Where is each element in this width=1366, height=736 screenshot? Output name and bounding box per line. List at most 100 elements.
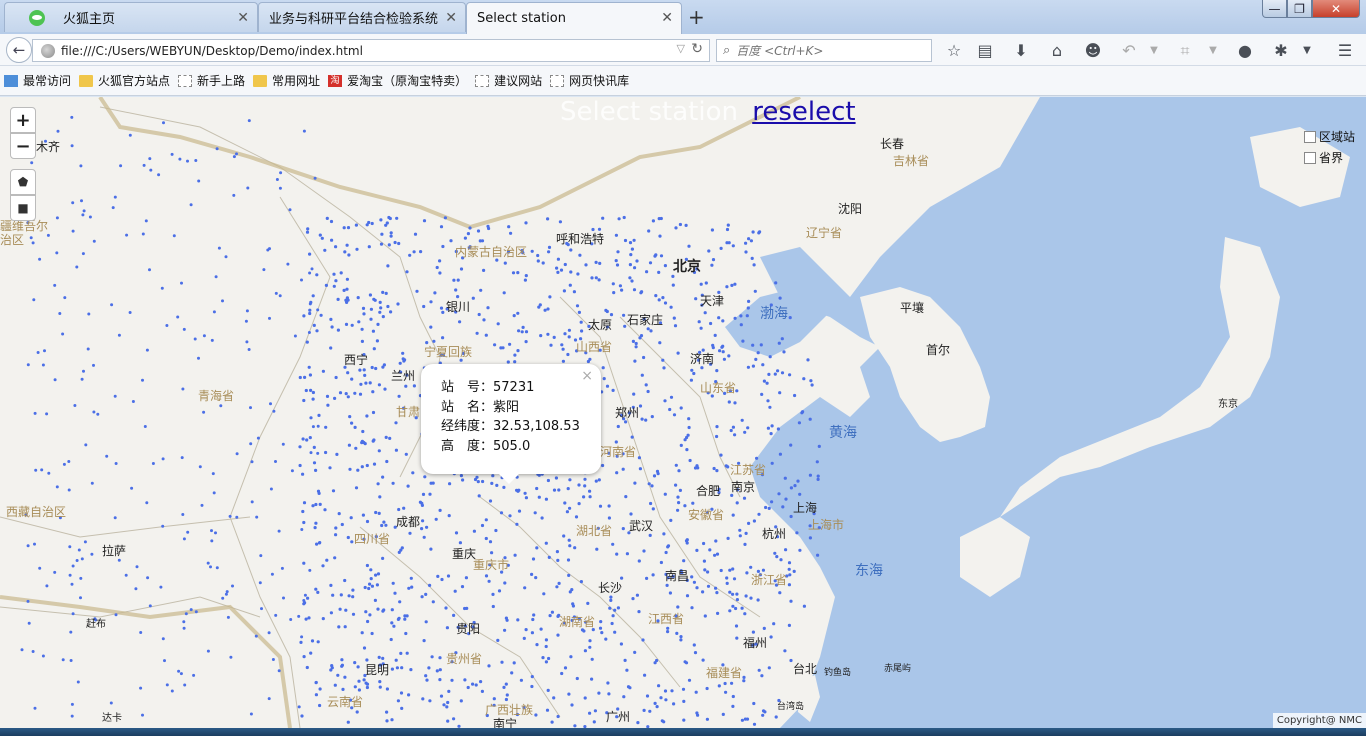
- home-icon[interactable]: ⌂: [1047, 41, 1067, 60]
- station-dot: [389, 231, 393, 235]
- layer-regional-stations[interactable]: 区域站: [1304, 128, 1355, 145]
- close-icon[interactable]: ×: [581, 368, 593, 384]
- close-window-button[interactable]: ✕: [1312, 0, 1360, 18]
- station-dot: [738, 528, 742, 532]
- map-view[interactable]: 长春 沈阳 呼和浩特 北京 天津 平壤 首尔 银川 太原 石家庄 西宁 兰州 济…: [0, 97, 1366, 728]
- bookmark-firefox-official[interactable]: 火狐官方站点: [79, 72, 170, 89]
- reading-list-icon[interactable]: ▤: [975, 41, 995, 60]
- station-dot: [33, 411, 37, 415]
- close-icon[interactable]: ✕: [237, 10, 249, 26]
- url-bar[interactable]: file:///C:/Users/WEBYUN/Desktop/Demo/ind…: [32, 39, 710, 62]
- chevron-down-icon[interactable]: ▼: [1144, 45, 1164, 56]
- station-dot: [778, 296, 782, 300]
- reselect-link[interactable]: reselect: [752, 97, 855, 127]
- minimize-button[interactable]: —: [1262, 0, 1287, 18]
- search-bar[interactable]: ⌕: [716, 39, 932, 62]
- bookmark-web-slices[interactable]: 网页快讯库: [550, 72, 629, 89]
- station-dot: [508, 342, 512, 346]
- station-dot: [775, 555, 779, 559]
- bookmark-label: 火狐官方站点: [98, 74, 171, 88]
- station-dot: [609, 598, 613, 602]
- station-dot: [549, 343, 553, 347]
- city-label: 南京: [731, 480, 756, 494]
- chevron-down-icon[interactable]: ▼: [1203, 45, 1223, 56]
- station-dot: [678, 222, 683, 227]
- station-dot: [377, 511, 381, 515]
- url-text[interactable]: file:///C:/Users/WEBYUN/Desktop/Demo/ind…: [61, 44, 363, 58]
- draw-rectangle-button[interactable]: ■: [10, 195, 36, 221]
- back-button[interactable]: ←: [6, 37, 32, 63]
- maximize-button[interactable]: ❐: [1287, 0, 1312, 18]
- station-dot: [637, 456, 642, 460]
- station-dot: [441, 244, 445, 249]
- close-icon[interactable]: ✕: [445, 10, 457, 26]
- station-dot: [608, 606, 612, 610]
- station-dot: [568, 590, 572, 594]
- station-dot: [669, 518, 673, 522]
- station-dot: [270, 572, 274, 576]
- dropdown-arrow-icon[interactable]: ▽: [677, 42, 685, 55]
- station-dot: [336, 673, 340, 677]
- station-dot: [628, 241, 633, 245]
- station-dot: [745, 314, 749, 318]
- station-dot: [547, 656, 551, 661]
- undo-icon[interactable]: ↶: [1119, 41, 1139, 60]
- bookmark-taobao[interactable]: 淘爱淘宝（原淘宝特卖）: [328, 72, 467, 89]
- extension-icon[interactable]: ✱: [1271, 41, 1291, 60]
- station-dot: [559, 268, 564, 272]
- bookmark-suggested-sites[interactable]: 建议网站: [475, 72, 542, 89]
- reload-icon[interactable]: ↻: [691, 41, 703, 57]
- zoom-in-button[interactable]: +: [10, 107, 36, 133]
- station-dot: [392, 624, 396, 628]
- bookmark-getting-started[interactable]: 新手上路: [178, 72, 245, 89]
- station-dot: [703, 311, 707, 315]
- station-dot: [552, 488, 557, 492]
- station-dot: [471, 296, 475, 300]
- station-dot: [735, 592, 739, 596]
- station-dot: [541, 656, 545, 660]
- station-dot: [623, 658, 627, 663]
- station-dot: [409, 576, 413, 580]
- tab-verification-system[interactable]: 业务与科研平台结合检验系统 ✕: [258, 2, 466, 32]
- station-dot: [597, 278, 601, 282]
- checkbox[interactable]: [1304, 151, 1316, 164]
- station-dot: [640, 417, 644, 421]
- checkbox[interactable]: [1304, 130, 1316, 143]
- station-dot: [411, 471, 415, 475]
- chevron-down-icon[interactable]: ▼: [1297, 45, 1317, 56]
- station-dot: [721, 344, 725, 348]
- chat-icon[interactable]: ●: [1235, 41, 1255, 60]
- province-label: 山西省: [576, 340, 613, 354]
- crop-icon[interactable]: ⌗: [1175, 41, 1195, 61]
- station-dot: [474, 683, 478, 687]
- city-label: 长沙: [598, 581, 623, 595]
- station-dot: [659, 254, 664, 258]
- station-dot: [669, 395, 674, 399]
- close-icon[interactable]: ✕: [661, 10, 673, 26]
- station-dot: [198, 465, 202, 469]
- station-dot: [245, 309, 249, 313]
- bookmark-common-sites[interactable]: 常用网址: [253, 72, 320, 89]
- station-dot: [148, 268, 151, 272]
- tab-firefox-home[interactable]: 火狐主页 ✕: [4, 2, 258, 32]
- station-dot: [61, 332, 65, 336]
- star-icon[interactable]: ☆: [944, 41, 964, 60]
- zoom-out-button[interactable]: −: [10, 133, 36, 159]
- tab-select-station[interactable]: Select station ✕: [466, 2, 682, 34]
- station-dot: [546, 307, 550, 311]
- download-icon[interactable]: ⬇: [1011, 41, 1031, 60]
- draw-polygon-button[interactable]: ⬟: [10, 169, 36, 195]
- station-dot: [770, 461, 774, 465]
- station-dot: [798, 492, 802, 496]
- station-dot: [685, 448, 689, 452]
- layer-province-borders[interactable]: 省界: [1304, 149, 1343, 166]
- smiley-icon[interactable]: ☻: [1083, 41, 1103, 60]
- station-dot: [471, 682, 475, 686]
- station-dot: [751, 343, 755, 347]
- bookmark-most-visited[interactable]: 最常访问: [4, 72, 71, 89]
- new-tab-button[interactable]: +: [688, 5, 705, 29]
- city-label: 杭州: [762, 527, 787, 541]
- menu-icon[interactable]: ☰: [1335, 41, 1355, 60]
- station-dot: [780, 371, 785, 375]
- search-input[interactable]: [736, 43, 917, 58]
